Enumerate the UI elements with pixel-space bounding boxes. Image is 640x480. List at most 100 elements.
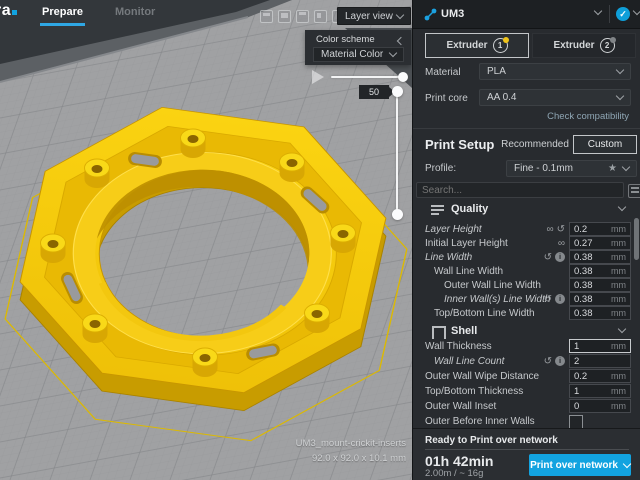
info-icon[interactable]: i	[555, 252, 565, 262]
setting-row-wall-thickness[interactable]: Wall Thickness 1mm	[413, 339, 640, 353]
path-slider-handle[interactable]	[398, 72, 408, 82]
extruder-number-badge: 2	[600, 38, 615, 53]
setting-label: Top/Bottom Thickness	[425, 386, 523, 397]
setting-label: Top/Bottom Line Width	[434, 308, 535, 319]
color-scheme-title: Color scheme	[316, 34, 375, 45]
tab-extruder-1[interactable]: Extruder 1	[425, 33, 529, 58]
section-quality[interactable]: Quality	[413, 202, 640, 218]
view-top-icon[interactable]	[296, 10, 309, 23]
search-box[interactable]	[416, 182, 624, 198]
setting-label: Outer Wall Line Width	[444, 280, 541, 291]
view-mode-dropdown[interactable]: Layer view	[337, 7, 411, 25]
setting-value-field[interactable]: 0.2mm	[569, 369, 631, 383]
build-plate-scene	[0, 0, 412, 480]
setting-row-top-bottom-line-width[interactable]: Top/Bottom Line Width 0.38mm	[413, 306, 640, 320]
material-color-dot	[503, 37, 509, 43]
chevron-down-icon	[396, 10, 404, 18]
chevron-down-icon	[618, 203, 626, 211]
recommended-mode-button[interactable]: Recommended	[499, 135, 571, 154]
extruder-label: Extruder	[446, 40, 487, 51]
setting-value-field[interactable]: 1mm	[569, 384, 631, 398]
layer-number-badge: 50	[359, 85, 389, 99]
printer-name: UM3	[441, 8, 464, 20]
setting-label: Outer Before Inner Walls	[425, 416, 535, 427]
setting-label: Wall Thickness	[425, 341, 492, 352]
chevron-down-icon[interactable]	[633, 7, 640, 15]
star-icon[interactable]: ★	[608, 163, 617, 174]
section-shell[interactable]: Shell	[413, 324, 640, 340]
view-3d-icon[interactable]	[260, 10, 273, 23]
color-scheme-value: Material Color	[321, 49, 383, 60]
custom-mode-button[interactable]: Custom	[573, 135, 637, 154]
setting-row-outer-wall-line-width[interactable]: Outer Wall Line Width 0.38mm	[413, 278, 640, 292]
setting-value-field[interactable]: 0.27mm	[569, 236, 631, 250]
setting-row-outer-wall-wipe-distance[interactable]: Outer Wall Wipe Distance 0.2mm	[413, 369, 640, 383]
revert-icon[interactable]: ↺	[544, 252, 552, 263]
color-scheme-dropdown[interactable]: Material Color	[313, 47, 404, 62]
collapse-panel-icon[interactable]	[397, 37, 405, 45]
revert-icon[interactable]: ↺	[544, 294, 552, 305]
divider	[425, 449, 629, 450]
setting-value-field[interactable]: 0mm	[569, 399, 631, 413]
collapse-categories-icon[interactable]	[628, 184, 640, 198]
settings-list[interactable]: Quality Layer Height ∞ ↺ 0.2mm Initial La…	[413, 200, 640, 428]
setting-row-initial-layer-height[interactable]: Initial Layer Height ∞ 0.27mm	[413, 236, 640, 250]
material-label: Material	[425, 67, 461, 78]
revert-icon[interactable]: ↺	[544, 356, 552, 367]
setting-row-wall-line-width[interactable]: Wall Line Width 0.38mm	[413, 264, 640, 278]
setting-row-wall-line-count[interactable]: Wall Line Count ↺i 2	[413, 354, 640, 368]
chevron-down-icon	[389, 49, 397, 57]
play-button[interactable]	[312, 70, 324, 84]
printer-selector[interactable]: UM3 ✓	[413, 0, 640, 29]
view-left-icon[interactable]	[314, 10, 327, 23]
section-title: Quality	[451, 203, 488, 215]
path-slider-track[interactable]	[331, 76, 405, 78]
settings-scrollbar[interactable]	[634, 218, 639, 260]
setting-checkbox[interactable]	[569, 415, 583, 428]
setting-label: Layer Height	[425, 224, 482, 235]
divider	[413, 128, 640, 129]
tab-prepare[interactable]: Prepare	[42, 6, 83, 18]
tab-monitor[interactable]: Monitor	[115, 6, 155, 18]
setting-value-field[interactable]: 0.2mm	[569, 222, 631, 236]
profile-dropdown[interactable]: Fine - 0.1mm ★	[506, 160, 637, 177]
link-icon: ∞	[546, 224, 553, 235]
revert-icon[interactable]: ↺	[557, 224, 565, 235]
info-icon[interactable]: i	[555, 294, 565, 304]
material-usage-estimate: 2.00m / ~ 16g	[425, 468, 483, 479]
material-dropdown[interactable]: PLA	[479, 63, 631, 80]
setting-label: Outer Wall Wipe Distance	[425, 371, 539, 382]
setting-row-inner-walls-line-width[interactable]: Inner Wall(s) Line Width ↺i 0.38mm	[413, 292, 640, 306]
chevron-down-icon	[594, 7, 602, 15]
setting-label: Initial Layer Height	[425, 238, 508, 249]
color-scheme-panel: Color scheme Material Color	[305, 30, 411, 65]
print-core-dropdown[interactable]: AA 0.4	[479, 89, 631, 106]
setting-row-top-bottom-thickness[interactable]: Top/Bottom Thickness 1mm	[413, 384, 640, 398]
section-title: Shell	[451, 325, 477, 337]
setting-value-field[interactable]: 2	[569, 354, 631, 368]
setting-value-field[interactable]: 0.38mm	[569, 278, 631, 292]
print-core-label: Print core	[425, 93, 468, 104]
setting-value-field[interactable]: 1mm	[569, 339, 631, 353]
tab-extruder-2[interactable]: Extruder 2	[532, 33, 636, 58]
viewport-3d[interactable]: ra Prepare Monitor Layer view Color sche…	[0, 0, 412, 480]
print-over-network-button[interactable]: Print over network	[529, 454, 631, 476]
setting-value-field[interactable]: 0.38mm	[569, 250, 631, 264]
layer-slider-track[interactable]	[396, 92, 398, 215]
layer-slider-top-handle[interactable]	[392, 86, 403, 97]
view-front-icon[interactable]	[278, 10, 291, 23]
setting-row-outer-before-inner-walls[interactable]: Outer Before Inner Walls	[413, 414, 640, 428]
setting-value-field[interactable]: 0.38mm	[569, 306, 631, 320]
setting-label: Wall Line Width	[434, 266, 503, 277]
setting-value-field[interactable]: 0.38mm	[569, 292, 631, 306]
search-input[interactable]	[417, 183, 633, 197]
profile-label: Profile:	[425, 163, 456, 174]
info-icon[interactable]: i	[555, 356, 565, 366]
check-compatibility-link[interactable]: Check compatibility	[547, 111, 629, 122]
setting-row-line-width[interactable]: Line Width ↺i 0.38mm	[413, 250, 640, 264]
print-core-value: AA 0.4	[487, 92, 516, 103]
layer-slider-bottom-handle[interactable]	[392, 209, 403, 220]
setting-row-outer-wall-inset[interactable]: Outer Wall Inset 0mm	[413, 399, 640, 413]
setting-row-layer-height[interactable]: Layer Height ∞ ↺ 0.2mm	[413, 222, 640, 236]
setting-value-field[interactable]: 0.38mm	[569, 264, 631, 278]
